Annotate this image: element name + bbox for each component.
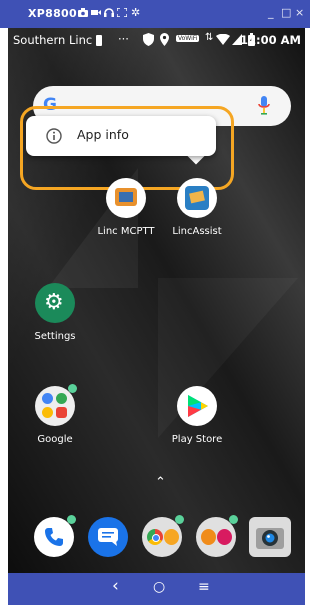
device-name: XP8800	[28, 7, 77, 20]
dock-apps-folder[interactable]	[196, 515, 238, 557]
carrier-name: Southern Linc	[13, 33, 93, 47]
wifi-icon	[216, 34, 230, 45]
flower-app-icon	[217, 529, 232, 545]
menu-button[interactable]: ≡	[198, 579, 210, 595]
lincassist-icon	[177, 178, 217, 218]
shield-icon	[143, 33, 154, 46]
minimize-button[interactable]: _	[268, 6, 274, 19]
fullscreen-icon[interactable]	[117, 8, 127, 17]
video-icon[interactable]	[91, 8, 101, 17]
close-button[interactable]: ×	[295, 6, 304, 19]
google-folder-icon	[35, 384, 77, 426]
app-drawer-arrow-icon[interactable]: ⌃	[155, 475, 166, 490]
phone-screen: Southern Linc ··· VoWiFi ⇅ 11:00 AM G Ap…	[8, 28, 305, 573]
dock-camera[interactable]	[249, 517, 291, 557]
vowifi-badge: VoWiFi	[176, 35, 200, 42]
home-button[interactable]: ○	[153, 579, 165, 595]
navigation-bar: ‹ ○ ≡	[8, 573, 305, 605]
linc-mcptt-icon	[106, 178, 146, 218]
app-label: Google	[37, 434, 73, 445]
notification-dot	[229, 515, 238, 524]
messages-icon	[98, 528, 118, 546]
battery-saver-icon	[96, 35, 102, 46]
app-settings[interactable]: ⚙ Settings	[15, 283, 95, 342]
notification-dot	[67, 515, 76, 524]
camera-icon	[256, 528, 284, 549]
settings-icon: ⚙	[35, 283, 75, 323]
settings-gear-icon[interactable]: ✲	[131, 6, 140, 19]
gear-icon: ⚙	[44, 290, 64, 315]
app-lincassist[interactable]: LincAssist	[157, 178, 237, 237]
emulator-titlebar: XP8800 ✲ _ □ ×	[0, 0, 310, 28]
play-triangle-icon	[188, 395, 208, 417]
app-label: Linc MCPTT	[97, 226, 155, 237]
notification-dot	[68, 384, 77, 393]
phone-icon	[45, 528, 63, 546]
app-label: LincAssist	[172, 226, 222, 237]
app-play-store[interactable]: Play Store	[157, 386, 237, 445]
mcptt-mini-icon	[201, 529, 216, 545]
location-icon	[160, 33, 169, 46]
screenshot-icon[interactable]	[78, 8, 88, 17]
headset-icon[interactable]	[104, 8, 114, 17]
microphone-icon[interactable]	[258, 96, 270, 115]
play-store-icon	[177, 386, 217, 426]
maximize-button[interactable]: □	[281, 6, 291, 19]
lion-app-icon	[164, 529, 179, 545]
clock: 11:00 AM	[240, 33, 301, 47]
dock-messages[interactable]	[88, 517, 128, 557]
dock-phone[interactable]	[34, 515, 76, 557]
data-arrows-icon: ⇅	[205, 32, 214, 43]
app-linc-mcptt[interactable]: Linc MCPTT	[86, 178, 166, 237]
more-notifications-icon: ···	[118, 32, 129, 46]
notification-dot	[175, 515, 184, 524]
dock-chrome-folder[interactable]	[142, 515, 184, 557]
status-bar: Southern Linc ··· VoWiFi ⇅ 11:00 AM	[8, 28, 305, 52]
app-google-folder[interactable]: Google	[15, 384, 95, 445]
app-label: Settings	[34, 331, 76, 342]
app-label: Play Store	[171, 434, 223, 445]
back-button[interactable]: ‹	[112, 576, 119, 596]
